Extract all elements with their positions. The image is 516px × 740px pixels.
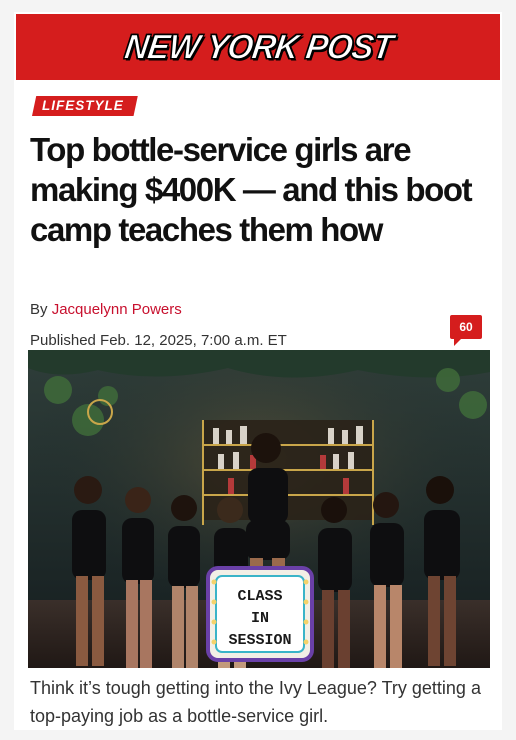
byline: By Jacquelynn Powers [30,301,182,318]
photo-illustration: CLASS IN SESSION [28,350,490,668]
section-tag-lifestyle[interactable]: LIFESTYLE [32,96,138,116]
byline-prefix: By [30,301,52,318]
comment-count-badge[interactable]: 60 [450,315,482,346]
sign-line-3: SESSION [228,632,291,649]
sign-line-2: IN [251,610,269,627]
article-card: NEW YORK POST LIFESTYLE Top bottle-servi… [14,12,502,730]
new-york-post-logo[interactable]: NEW YORK POST [121,27,394,67]
photo-caption: Think it’s tough getting into the Ivy Le… [30,678,481,726]
masthead[interactable]: NEW YORK POST [16,14,500,80]
article-headline: Top bottle-service girls are making $400… [30,131,473,248]
sign-line-1: CLASS [237,588,282,605]
article-photo[interactable]: CLASS IN SESSION [28,350,490,668]
published-date: Published Feb. 12, 2025, 7:00 a.m. ET [30,332,287,349]
author-link[interactable]: Jacquelynn Powers [52,301,182,318]
